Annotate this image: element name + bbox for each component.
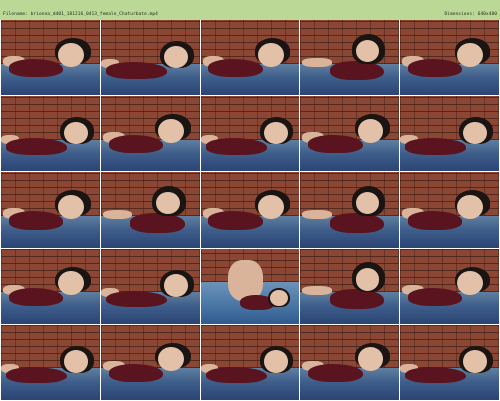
- legs-shape: [302, 286, 332, 296]
- legs-shape: [302, 57, 332, 67]
- video-thumbnail: [400, 248, 499, 324]
- video-thumbnail: [100, 172, 200, 248]
- head-shape: [463, 350, 488, 373]
- head-shape: [164, 274, 188, 297]
- video-thumbnail: [100, 96, 200, 172]
- video-thumbnail: [1, 96, 100, 172]
- body-shape-shape: [5, 138, 68, 155]
- video-thumbnail: [100, 20, 200, 96]
- video-thumbnail: [300, 20, 400, 96]
- head-shape: [64, 350, 88, 373]
- head-shape: [58, 194, 84, 219]
- head-shape: [457, 194, 484, 219]
- head-shape: [357, 118, 384, 143]
- head-shape: [164, 45, 188, 69]
- video-thumbnail: [1, 172, 100, 248]
- body-shape-shape: [108, 135, 164, 154]
- head-shape: [58, 42, 84, 67]
- body-shape-shape: [205, 138, 267, 155]
- body-shape-shape: [5, 366, 68, 384]
- body-shape-shape: [408, 211, 463, 230]
- body-shape-shape: [330, 289, 385, 309]
- body-shape-shape: [8, 287, 64, 306]
- body-shape-shape: [405, 366, 467, 384]
- video-thumbnail: [400, 324, 499, 400]
- video-thumbnail: [300, 172, 400, 248]
- body-shape-shape: [408, 59, 463, 78]
- head-shape: [158, 347, 184, 372]
- video-thumbnail: [300, 248, 400, 324]
- video-thumbnail: [200, 324, 300, 400]
- body-shape-shape: [308, 363, 363, 382]
- body-shape-shape: [330, 60, 385, 81]
- head-shape: [257, 194, 284, 219]
- body-shape-shape: [105, 62, 167, 79]
- video-thumbnail: [400, 20, 499, 96]
- video-thumbnail: [400, 172, 499, 248]
- video-thumbnail: [400, 96, 499, 172]
- head-shape: [257, 42, 284, 67]
- video-thumbnail: [1, 20, 100, 96]
- body-shape-shape: [330, 212, 385, 233]
- video-thumbnail: [300, 324, 400, 400]
- head-shape: [263, 350, 288, 373]
- body-shape-shape: [105, 290, 167, 308]
- legs-shape: [302, 209, 332, 219]
- video-thumbnail: [200, 96, 300, 172]
- legs-shape: [102, 209, 133, 219]
- body-shape-shape: [108, 363, 164, 382]
- body-shape-shape: [8, 211, 64, 230]
- video-thumbnail: [300, 96, 400, 172]
- head-shape: [457, 42, 484, 67]
- video-thumbnail: [1, 248, 100, 324]
- head-shape: [158, 118, 184, 143]
- head-shape: [156, 191, 180, 215]
- video-thumbnail: [200, 20, 300, 96]
- body-shape-shape: [208, 211, 263, 230]
- body-shape-shape: [308, 135, 363, 154]
- body-shape-shape: [405, 138, 467, 155]
- body-shape-shape: [408, 287, 463, 306]
- filename-line: Filename: brionna_dd01_181216_0413_femal…: [3, 12, 158, 18]
- dimensions-line: Dimensions: 640x480: [444, 12, 497, 18]
- head-shape: [58, 271, 84, 296]
- thumbnail-grid: [1, 20, 499, 400]
- info-header: Filename: brionna_dd01_181216_0413_femal…: [0, 0, 500, 51]
- body-shape-shape: [208, 59, 263, 78]
- body-shape-shape: [130, 212, 185, 233]
- head-shape: [263, 121, 288, 145]
- head-shape: [64, 121, 88, 145]
- body-shape-shape: [205, 366, 267, 384]
- body-shape-shape: [8, 59, 64, 78]
- head-shape: [355, 268, 380, 291]
- video-thumbnail: [200, 248, 300, 324]
- head-shape: [269, 289, 288, 307]
- video-thumbnail: [100, 324, 200, 400]
- video-thumbnail: [1, 324, 100, 400]
- video-thumbnail: [200, 172, 300, 248]
- video-thumbnail: [100, 248, 200, 324]
